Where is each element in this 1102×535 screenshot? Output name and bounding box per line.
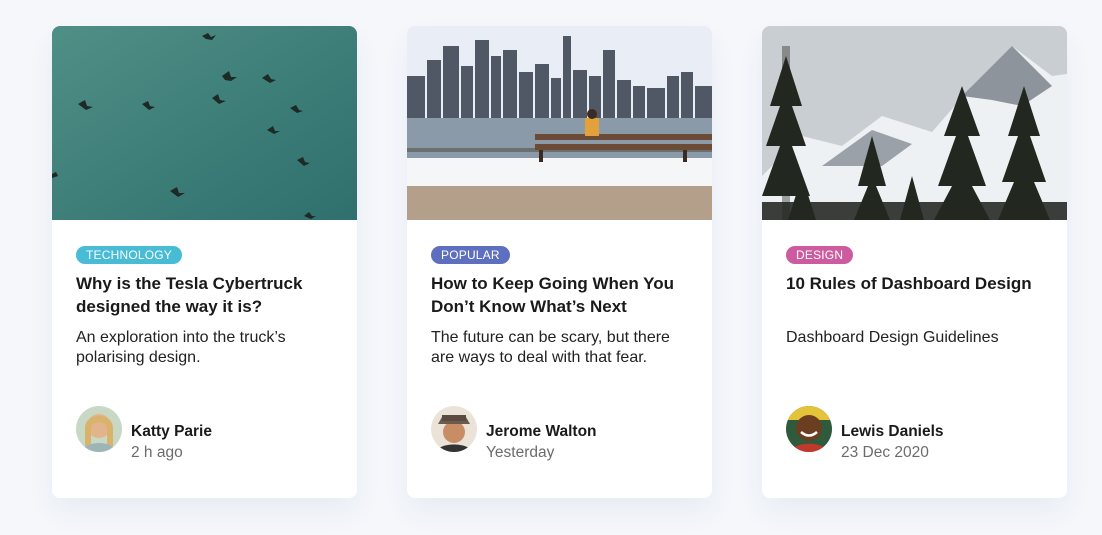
smiling-man-avatar (786, 406, 832, 452)
category-tag[interactable]: TECHNOLOGY (76, 246, 183, 264)
author-name[interactable]: Jerome Walton (486, 423, 597, 441)
blog-card-grid: TECHNOLOGY Why is the Tesla Cybertruck d… (0, 0, 1102, 535)
author-block: Lewis Daniels 23 Dec 2020 (786, 406, 1043, 461)
author-name[interactable]: Lewis Daniels (841, 423, 944, 441)
flock-of-birds-photo (52, 26, 357, 220)
blog-card-dashboard-design[interactable]: DESIGN 10 Rules of Dashboard Design Dash… (762, 26, 1067, 498)
article-title[interactable]: 10 Rules of Dashboard Design (786, 272, 1043, 295)
city-skyline-bench-photo (407, 26, 712, 220)
woman-avatar (76, 406, 122, 452)
author-name[interactable]: Katty Parie (131, 423, 212, 441)
snowy-mountain-forest-photo (762, 26, 1067, 220)
post-time: Yesterday (486, 444, 555, 461)
post-time: 23 Dec 2020 (841, 444, 929, 461)
category-tag[interactable]: POPULAR (431, 246, 510, 264)
category-tag[interactable]: DESIGN (786, 246, 854, 264)
article-description: The future can be scary, but there are w… (431, 329, 670, 366)
post-time: 2 h ago (131, 444, 183, 461)
article-description: An exploration into the truck’s polarisi… (76, 329, 286, 366)
article-title[interactable]: Why is the Tesla Cybertruck designed the… (76, 272, 333, 318)
author-block: Katty Parie 2 h ago (76, 406, 333, 461)
blog-card-keep-going[interactable]: POPULAR How to Keep Going When You Don’t… (407, 26, 712, 498)
article-title[interactable]: How to Keep Going When You Don’t Know Wh… (431, 272, 688, 318)
man-with-hat-avatar (431, 406, 477, 452)
blog-card-tesla[interactable]: TECHNOLOGY Why is the Tesla Cybertruck d… (52, 26, 357, 498)
author-block: Jerome Walton Yesterday (431, 406, 688, 461)
article-description: Dashboard Design Guidelines (786, 329, 999, 346)
